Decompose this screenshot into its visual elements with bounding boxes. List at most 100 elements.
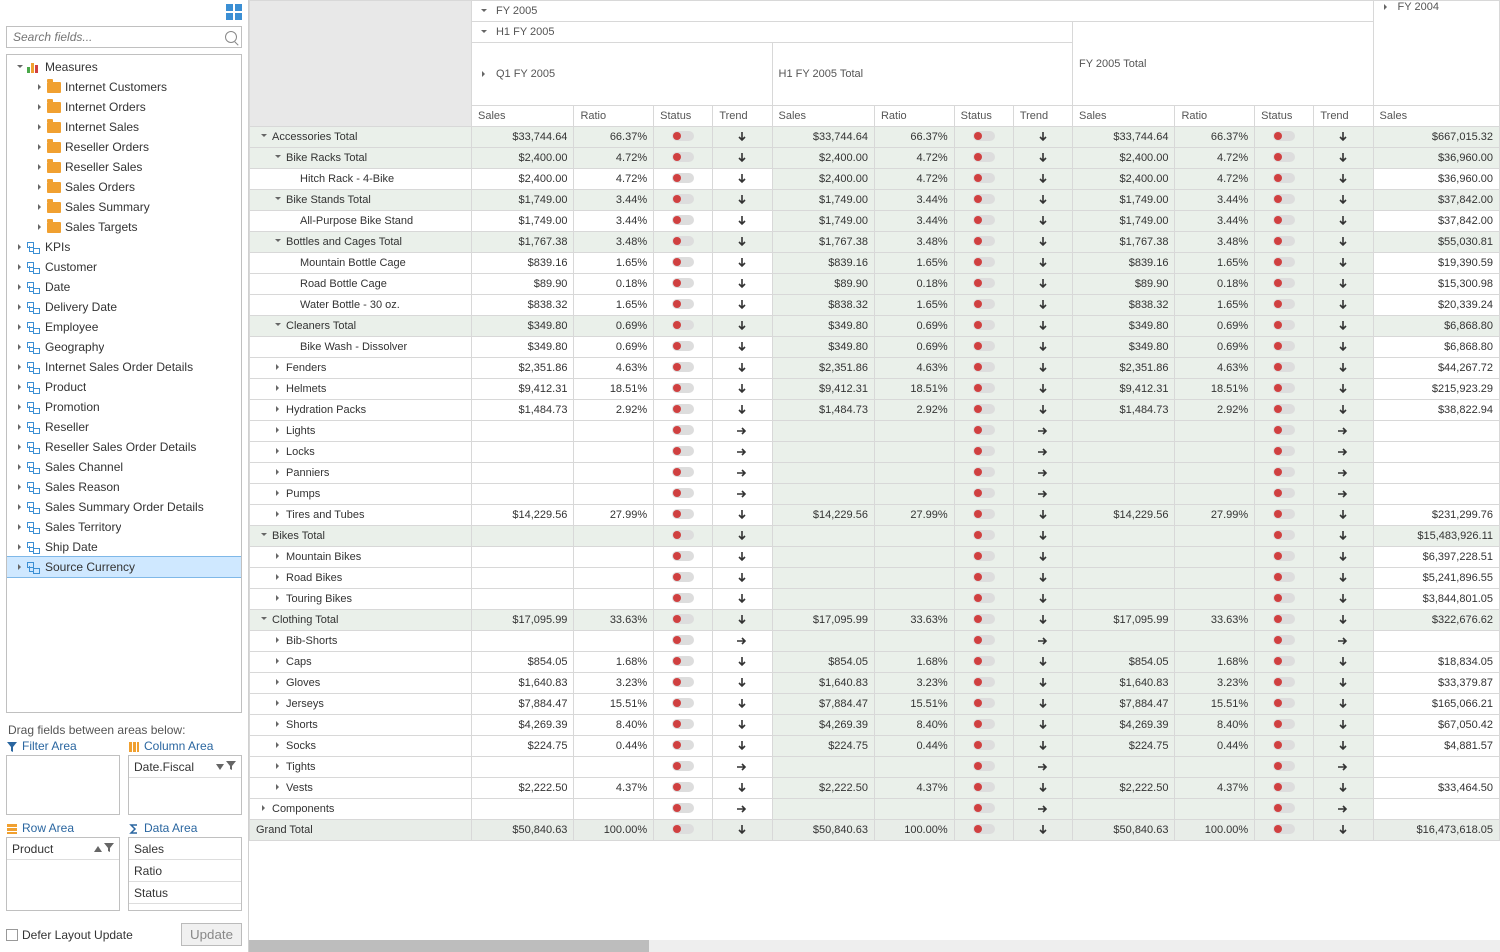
field-tree[interactable]: Measures Internet Customers Internet Ord…	[6, 54, 242, 713]
tree-item[interactable]: Reseller Orders	[7, 137, 241, 157]
chevron-right-icon[interactable]	[272, 405, 284, 413]
filter-small-icon[interactable]	[104, 842, 114, 856]
measure-header[interactable]: Sales	[1373, 106, 1499, 127]
measure-header[interactable]: Ratio	[574, 106, 654, 127]
chevron-down-icon[interactable]	[272, 237, 284, 245]
row-header[interactable]: Tights	[250, 757, 472, 778]
row-header[interactable]: Bikes Total	[250, 526, 472, 547]
chevron-right-icon[interactable]	[35, 82, 45, 92]
filter-area-box[interactable]	[6, 755, 120, 815]
chevron-right-icon[interactable]	[272, 783, 284, 791]
tree-item[interactable]: Sales Orders	[7, 177, 241, 197]
chevron-right-icon[interactable]	[35, 202, 45, 212]
row-header[interactable]: Socks	[250, 736, 472, 757]
chevron-right-icon[interactable]	[15, 342, 25, 352]
chevron-right-icon[interactable]	[15, 442, 25, 452]
row-header[interactable]: Bottles and Cages Total	[250, 232, 472, 253]
row-header[interactable]: Water Bottle - 30 oz.	[250, 295, 472, 316]
sort-desc-icon[interactable]	[216, 764, 224, 770]
row-header[interactable]: Cleaners Total	[250, 316, 472, 337]
tree-item[interactable]: Promotion	[7, 397, 241, 417]
measure-header[interactable]: Ratio	[1175, 106, 1255, 127]
chevron-right-icon[interactable]	[15, 422, 25, 432]
chevron-right-icon[interactable]	[15, 282, 25, 292]
measure-header[interactable]: Sales	[772, 106, 874, 127]
filter-small-icon[interactable]	[226, 760, 236, 774]
chevron-right-icon[interactable]	[35, 162, 45, 172]
tree-item[interactable]: Sales Summary	[7, 197, 241, 217]
row-header[interactable]: Lights	[250, 421, 472, 442]
tree-item[interactable]: Product	[7, 377, 241, 397]
chevron-right-icon[interactable]	[272, 447, 284, 455]
tree-item[interactable]: Sales Channel	[7, 457, 241, 477]
chevron-right-icon[interactable]	[478, 70, 490, 78]
chevron-down-icon[interactable]	[272, 153, 284, 161]
data-pill[interactable]: Sales	[129, 838, 241, 860]
data-area-box[interactable]: SalesRatioStatus	[128, 837, 242, 911]
row-area-box[interactable]: Product	[6, 837, 120, 911]
chevron-right-icon[interactable]	[272, 552, 284, 560]
chevron-right-icon[interactable]	[35, 102, 45, 112]
measure-header[interactable]: Status	[1255, 106, 1314, 127]
row-header[interactable]: Pumps	[250, 484, 472, 505]
row-header[interactable]: Shorts	[250, 715, 472, 736]
chevron-right-icon[interactable]	[272, 636, 284, 644]
chevron-right-icon[interactable]	[15, 502, 25, 512]
tree-item[interactable]: Source Currency	[7, 557, 241, 577]
chevron-right-icon[interactable]	[272, 489, 284, 497]
row-header[interactable]: Gloves	[250, 673, 472, 694]
layout-grid-icon[interactable]	[226, 4, 242, 20]
chevron-right-icon[interactable]	[272, 363, 284, 371]
chevron-right-icon[interactable]	[272, 384, 284, 392]
measure-header[interactable]: Trend	[1013, 106, 1072, 127]
tree-item[interactable]: Ship Date	[7, 537, 241, 557]
col-h1-fy2005[interactable]: H1 FY 2005	[496, 26, 555, 38]
defer-layout-checkbox[interactable]	[6, 929, 18, 941]
row-header[interactable]: Accessories Total	[250, 127, 472, 148]
chevron-right-icon[interactable]	[272, 657, 284, 665]
chevron-down-icon[interactable]	[272, 195, 284, 203]
chevron-right-icon[interactable]	[272, 468, 284, 476]
row-header[interactable]: Road Bikes	[250, 568, 472, 589]
measure-header[interactable]: Sales	[471, 106, 573, 127]
chevron-right-icon[interactable]	[272, 762, 284, 770]
chevron-right-icon[interactable]	[272, 678, 284, 686]
chevron-right-icon[interactable]	[272, 573, 284, 581]
row-header[interactable]: Bike Stands Total	[250, 190, 472, 211]
defer-layout-label[interactable]: Defer Layout Update	[6, 928, 133, 942]
row-header[interactable]: Jerseys	[250, 694, 472, 715]
measure-header[interactable]: Sales	[1073, 106, 1175, 127]
tree-item[interactable]: Employee	[7, 317, 241, 337]
chevron-right-icon[interactable]	[15, 402, 25, 412]
row-header[interactable]: Components	[250, 799, 472, 820]
chevron-right-icon[interactable]	[15, 542, 25, 552]
tree-item[interactable]: KPIs	[7, 237, 241, 257]
row-header[interactable]: Caps	[250, 652, 472, 673]
sort-asc-icon[interactable]	[94, 846, 102, 852]
update-button[interactable]: Update	[181, 923, 242, 946]
col-fy2004[interactable]: FY 2004	[1398, 1, 1439, 13]
tree-item[interactable]: Internet Customers	[7, 77, 241, 97]
row-header[interactable]: Bib-Shorts	[250, 631, 472, 652]
row-header[interactable]: All-Purpose Bike Stand	[250, 211, 472, 232]
chevron-right-icon[interactable]	[35, 222, 45, 232]
measure-header[interactable]: Trend	[713, 106, 772, 127]
column-pill-date-fiscal[interactable]: Date.Fiscal	[129, 756, 241, 778]
col-fy2005[interactable]: FY 2005	[496, 5, 537, 17]
row-header[interactable]: Bike Wash - Dissolver	[250, 337, 472, 358]
chevron-right-icon[interactable]	[15, 362, 25, 372]
data-pill[interactable]: Status	[129, 882, 241, 904]
row-header[interactable]: Clothing Total	[250, 610, 472, 631]
row-header[interactable]: Mountain Bikes	[250, 547, 472, 568]
chevron-right-icon[interactable]	[35, 142, 45, 152]
row-header[interactable]: Touring Bikes	[250, 589, 472, 610]
row-header[interactable]: Tires and Tubes	[250, 505, 472, 526]
tree-item[interactable]: Sales Territory	[7, 517, 241, 537]
row-header[interactable]: Bike Racks Total	[250, 148, 472, 169]
row-header[interactable]: Road Bottle Cage	[250, 274, 472, 295]
row-header[interactable]: Mountain Bottle Cage	[250, 253, 472, 274]
row-header[interactable]: Vests	[250, 778, 472, 799]
chevron-right-icon[interactable]	[272, 426, 284, 434]
chevron-down-icon[interactable]	[258, 132, 270, 140]
tree-item[interactable]: Sales Summary Order Details	[7, 497, 241, 517]
